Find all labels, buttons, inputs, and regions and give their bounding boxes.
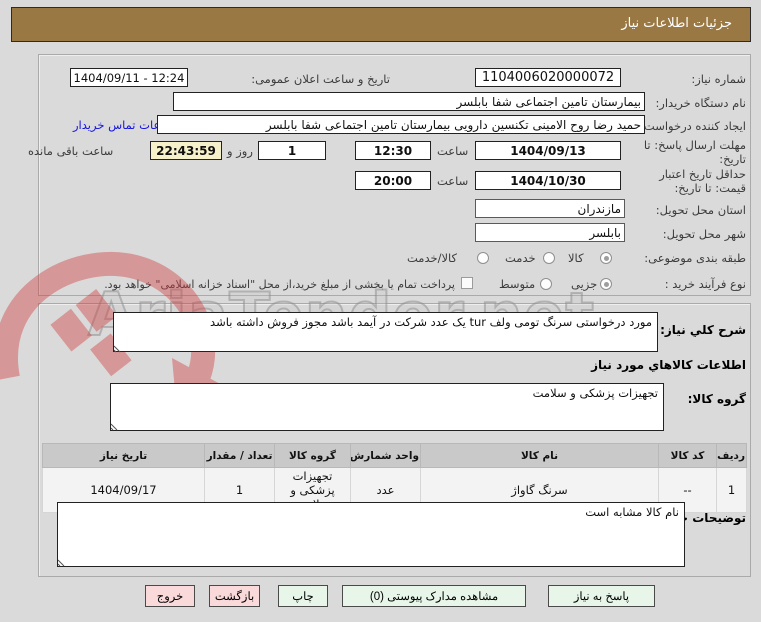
classification-label: طبقه بندی موضوعی: [644, 251, 746, 265]
price-validity-label: حداقل تاریخ اعتبار قیمت: تا تاریخ: [659, 167, 746, 195]
radio-service[interactable] [543, 252, 555, 264]
treasury-checkbox[interactable] [461, 277, 473, 289]
radio-medium[interactable] [540, 278, 552, 290]
remaining-time-field: 22:43:59 [150, 141, 222, 160]
page-title: جزئیات اطلاعات نیاز [11, 7, 751, 42]
delivery-city-label: شهر محل تحویل: [662, 227, 746, 241]
need-description-label: شرح کلي نیاز: [660, 323, 746, 337]
resize-grip-icon[interactable] [111, 421, 121, 431]
price-validity-time-field[interactable]: 20:00 [355, 171, 431, 190]
goods-section-title: اطلاعات کالاهاي مورد نیاز [591, 358, 746, 372]
request-creator-label: ایجاد کننده درخواست: [640, 119, 746, 133]
need-number-label: شماره نیاز: [691, 72, 746, 86]
col-need-date: تاریخ نیاز [42, 443, 205, 468]
buyer-org-field[interactable]: بیمارستان تامین اجتماعی شفا بابلسر [173, 92, 645, 111]
exit-button[interactable]: خروج [145, 585, 195, 607]
need-details-window: جزئیات اطلاعات نیاز شماره نیاز: 11040060… [0, 0, 761, 622]
radio-service-label: خدمت [505, 251, 536, 265]
reply-deadline-date-field[interactable]: 1404/09/13 [475, 141, 621, 160]
radio-goods-label: کالا [568, 251, 584, 265]
remaining-time-label: ساعت باقی مانده [28, 144, 114, 158]
announce-datetime-label: تاریخ و ساعت اعلان عمومی: [251, 72, 390, 86]
radio-partial[interactable] [600, 278, 612, 290]
col-unit: واحد شمارش [350, 443, 421, 468]
treasury-note: پرداخت تمام یا بخشی از مبلغ خرید،از محل … [104, 278, 455, 291]
reply-to-need-button[interactable]: پاسخ به نیاز [548, 585, 655, 607]
goods-group-label: گروه کالا: [687, 392, 746, 406]
remaining-days-label: روز و [227, 144, 253, 158]
need-description-textarea[interactable]: مورد درخواستی سرنگ تومی ولف tur یک عدد ش… [113, 312, 658, 352]
resize-grip-icon[interactable] [114, 343, 124, 353]
delivery-province-label: استان محل تحویل: [655, 203, 746, 217]
col-row-number: ردیف [716, 443, 747, 468]
buyer-org-label: نام دستگاه خریدار: [655, 96, 746, 110]
back-button[interactable]: بازگشت [209, 585, 260, 607]
request-creator-field[interactable]: حمید رضا روح الامینی تکنسین دارویی بیمار… [157, 115, 645, 134]
reply-hour-label: ساعت [437, 144, 469, 158]
remaining-days-field: 1 [258, 141, 326, 160]
radio-goods[interactable] [600, 252, 612, 264]
radio-partial-label: جزیی [571, 277, 598, 291]
delivery-city-field[interactable]: بابلسر [475, 223, 625, 242]
cell-row-number: 1 [716, 467, 747, 513]
view-attachments-button[interactable]: مشاهده مدارک پیوستی (0) [342, 585, 526, 607]
process-type-label: نوع فرآیند خرید : [664, 277, 746, 291]
resize-grip-icon[interactable] [58, 557, 68, 567]
goods-group-textarea[interactable]: تجهیزات پزشکی و سلامت [110, 383, 664, 431]
print-button[interactable]: چاپ [278, 585, 328, 607]
radio-medium-label: متوسط [499, 277, 536, 291]
validity-hour-label: ساعت [437, 174, 469, 188]
price-validity-date-field[interactable]: 1404/10/30 [475, 171, 621, 190]
col-item-code: کد کالا [658, 443, 717, 468]
announce-datetime-field[interactable]: 1404/09/11 - 12:24 [70, 68, 188, 87]
need-number-field[interactable]: 1104006020000072 [475, 68, 621, 87]
col-group: گروه کالا [274, 443, 351, 468]
col-quantity: تعداد / مقدار [204, 443, 275, 468]
goods-table-header-row: ردیف کد کالا نام کالا واحد شمارش گروه کا… [42, 443, 747, 468]
delivery-province-field[interactable]: مازندران [475, 199, 625, 218]
reply-deadline-time-field[interactable]: 12:30 [355, 141, 431, 160]
radio-goods-service-label: کالا/خدمت [407, 251, 458, 265]
buyer-notes-textarea[interactable]: نام کالا مشابه است [57, 502, 685, 567]
radio-goods-service[interactable] [477, 252, 489, 264]
reply-deadline-label: مهلت ارسال پاسخ: تا تاریخ: [643, 138, 746, 166]
col-item-name: نام کالا [420, 443, 659, 468]
